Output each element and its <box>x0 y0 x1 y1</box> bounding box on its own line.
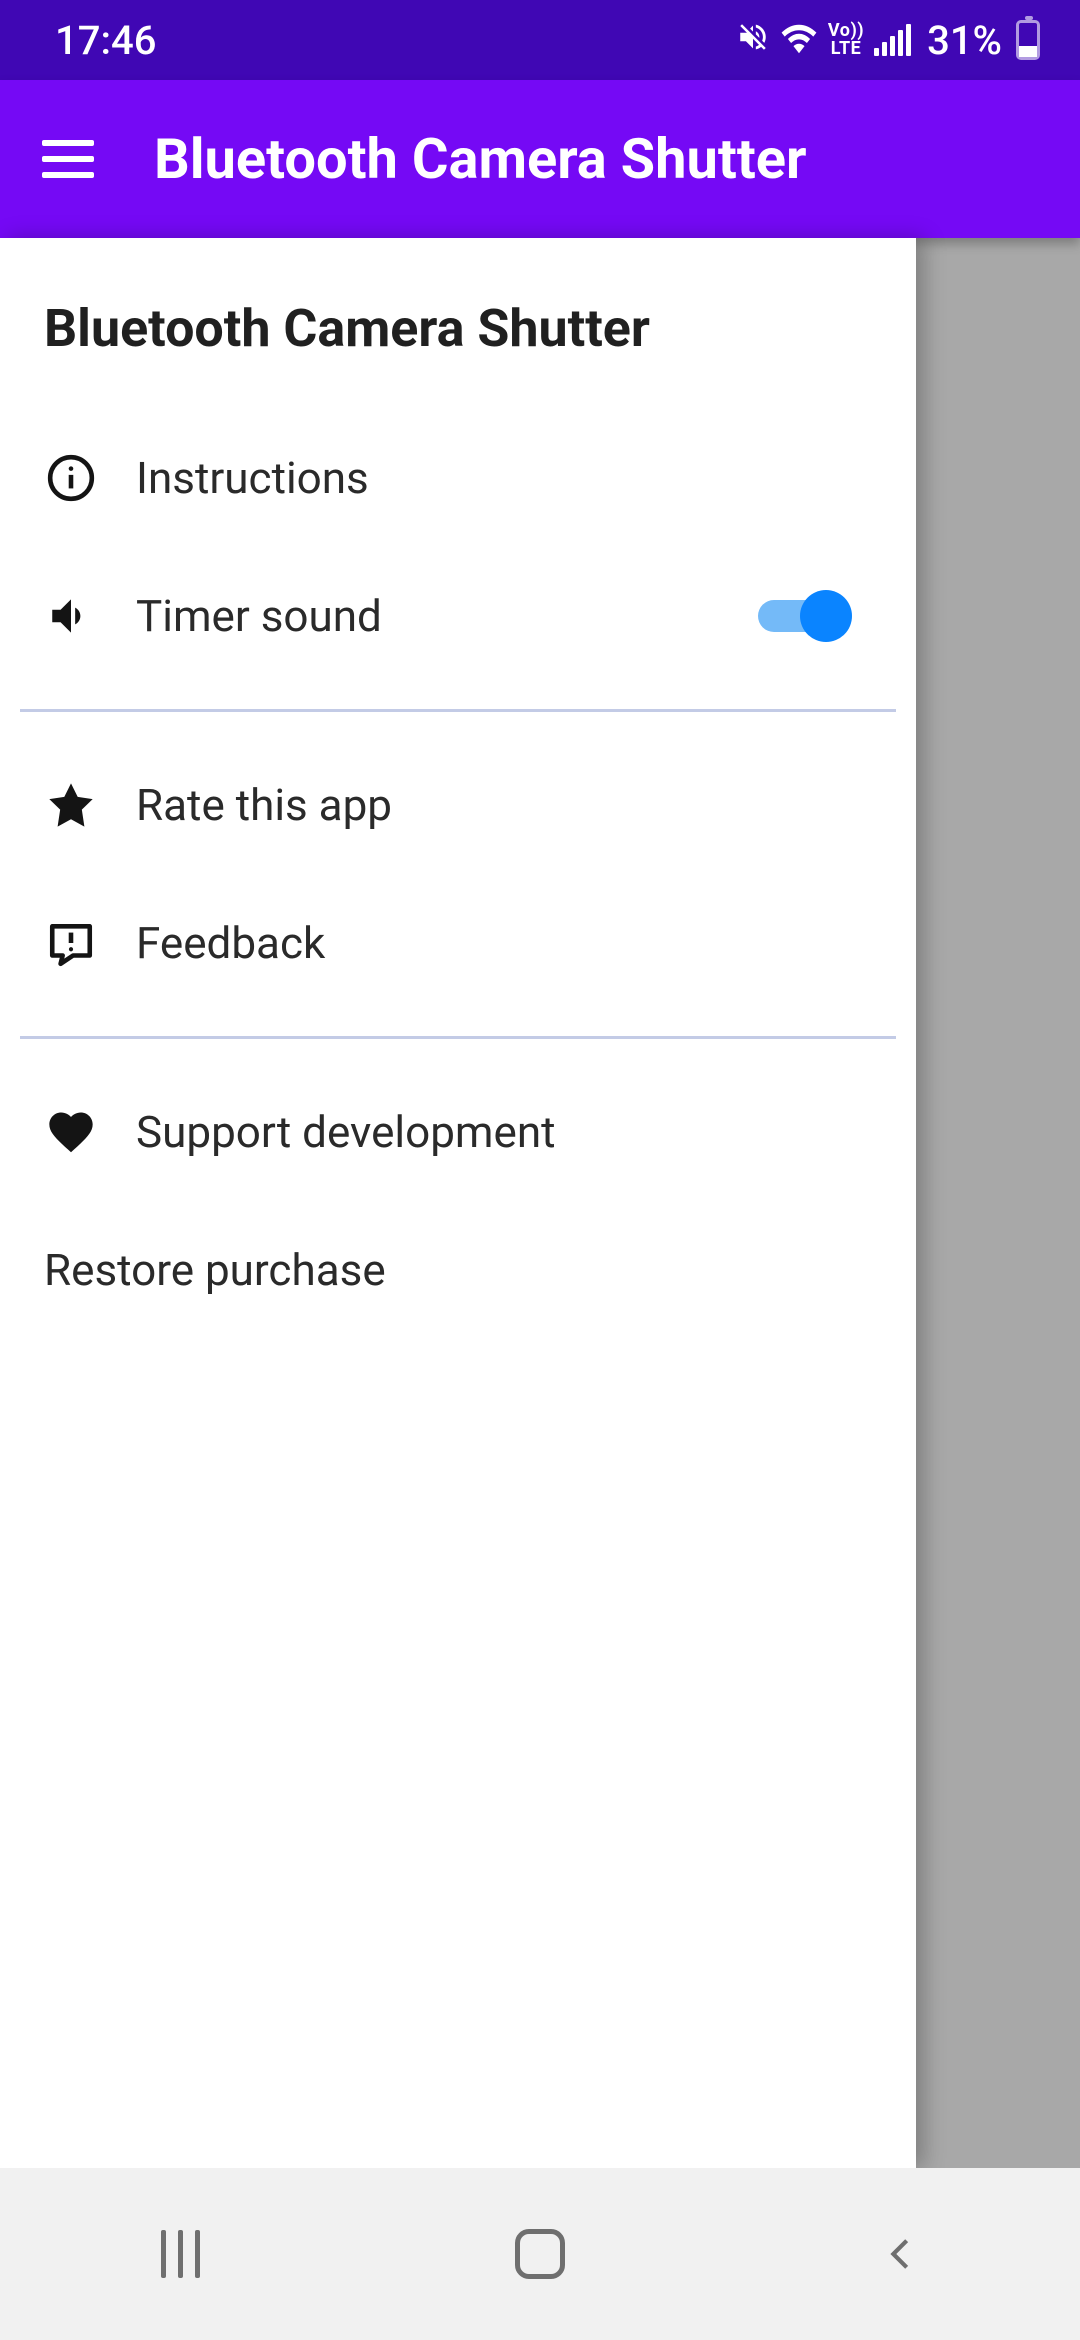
timer-sound-toggle[interactable] <box>758 590 852 642</box>
drawer-item-rate[interactable]: Rate this app <box>0 736 916 874</box>
nav-recents-button[interactable] <box>90 2204 270 2304</box>
volume-icon <box>44 589 98 643</box>
status-bar: 17:46 Vo)) LTE 31% <box>0 0 1080 80</box>
battery-icon <box>1016 20 1040 60</box>
menu-icon[interactable] <box>42 140 94 178</box>
star-icon <box>44 778 98 832</box>
nav-home-button[interactable] <box>450 2204 630 2304</box>
drawer-item-feedback[interactable]: Feedback <box>0 874 916 1012</box>
app-bar: Bluetooth Camera Shutter <box>0 80 1080 238</box>
drawer-item-label: Feedback <box>136 917 872 969</box>
drawer-item-label: Restore purchase <box>44 1244 872 1296</box>
drawer-item-label: Instructions <box>136 452 872 504</box>
volte-icon: Vo)) LTE <box>828 22 864 58</box>
info-icon <box>44 451 98 505</box>
wifi-icon <box>780 17 818 64</box>
drawer-title: Bluetooth Camera Shutter <box>0 238 916 409</box>
status-right: Vo)) LTE 31% <box>736 17 1040 64</box>
app-title: Bluetooth Camera Shutter <box>154 126 807 192</box>
drawer-item-label: Support development <box>136 1106 872 1158</box>
drawer-item-label: Rate this app <box>136 779 872 831</box>
battery-percentage: 31% <box>927 17 1002 64</box>
back-icon <box>880 2230 920 2278</box>
feedback-icon <box>44 916 98 970</box>
drawer-item-support[interactable]: Support development <box>0 1063 916 1201</box>
drawer-item-label: Timer sound <box>136 590 758 642</box>
divider <box>20 1036 896 1039</box>
drawer-item-instructions[interactable]: Instructions <box>0 409 916 547</box>
signal-icon <box>874 24 911 56</box>
status-time: 17:46 <box>55 17 156 64</box>
recents-icon <box>161 2230 200 2278</box>
system-nav-bar <box>0 2168 1080 2340</box>
divider <box>20 709 896 712</box>
heart-icon <box>44 1105 98 1159</box>
nav-back-button[interactable] <box>810 2204 990 2304</box>
drawer-item-restore-purchase[interactable]: Restore purchase <box>0 1201 916 1339</box>
drawer-item-timer-sound[interactable]: Timer sound <box>0 547 916 685</box>
navigation-drawer: Bluetooth Camera Shutter Instructions Ti… <box>0 238 916 2168</box>
home-icon <box>515 2229 565 2279</box>
vibrate-off-icon <box>736 17 770 64</box>
